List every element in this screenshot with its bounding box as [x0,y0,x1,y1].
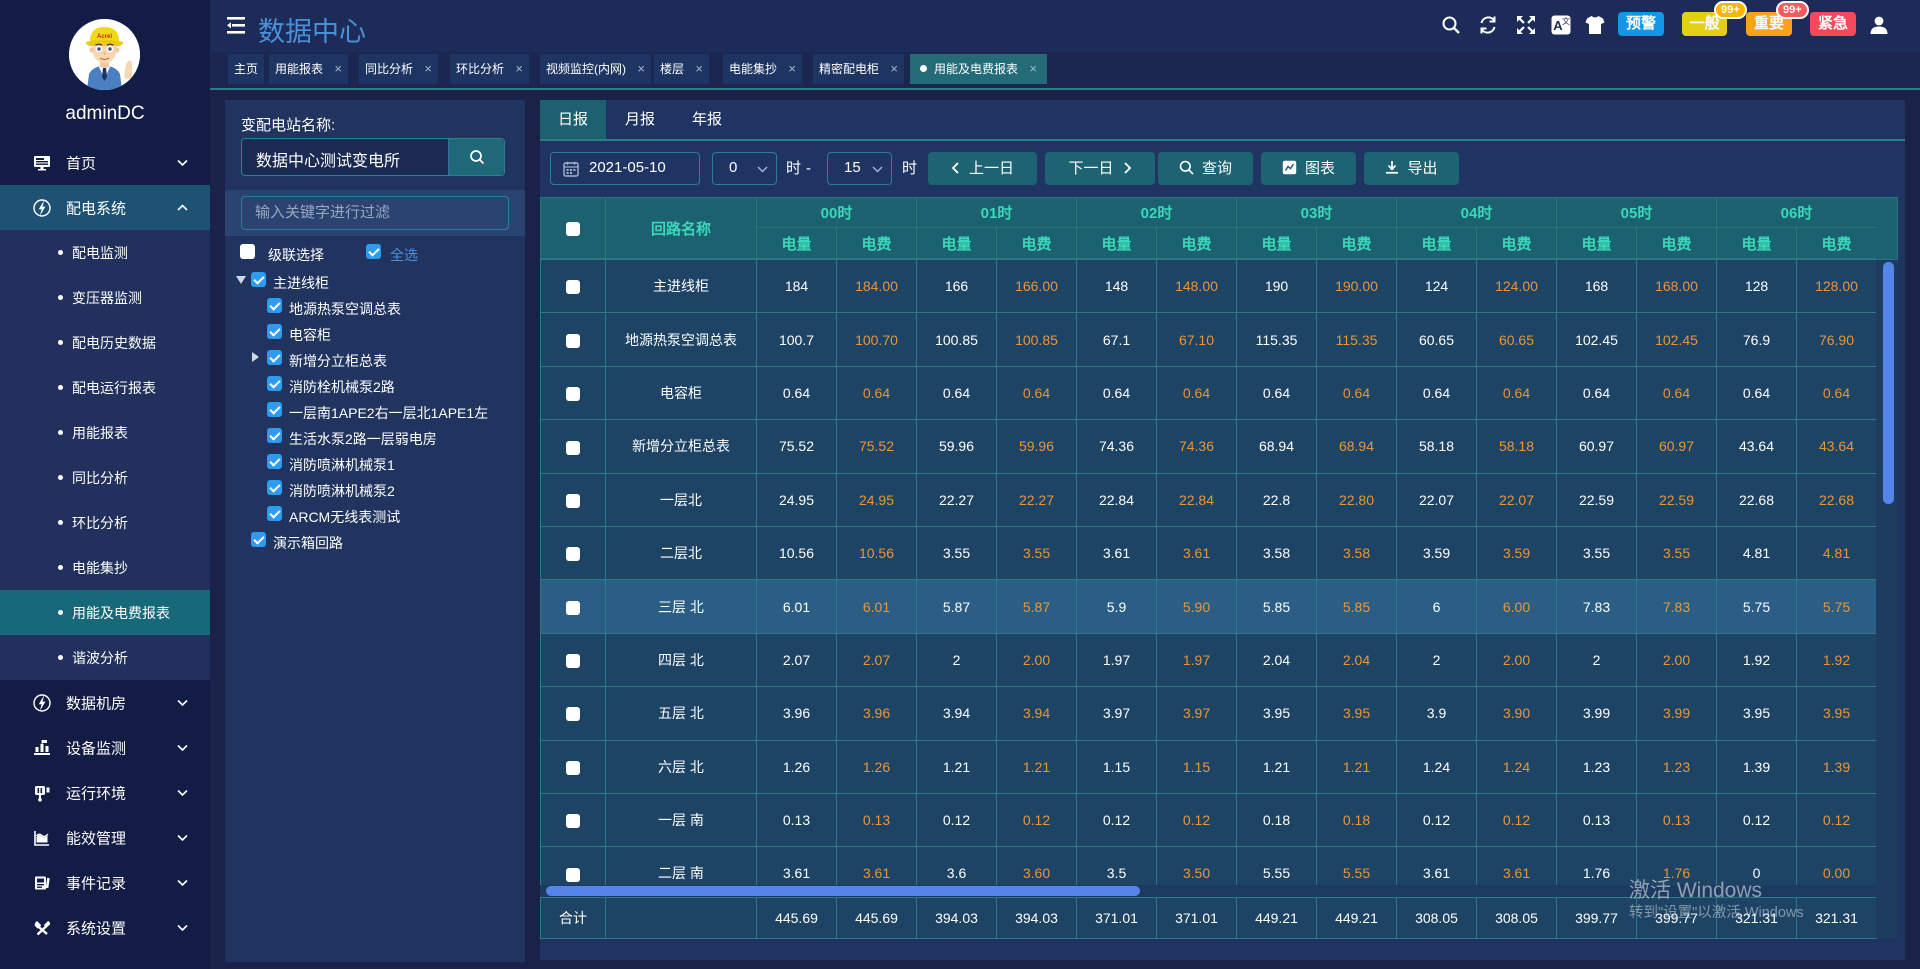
svg-text:Acrel: Acrel [97,34,112,40]
svg-text:文: 文 [1562,16,1570,26]
